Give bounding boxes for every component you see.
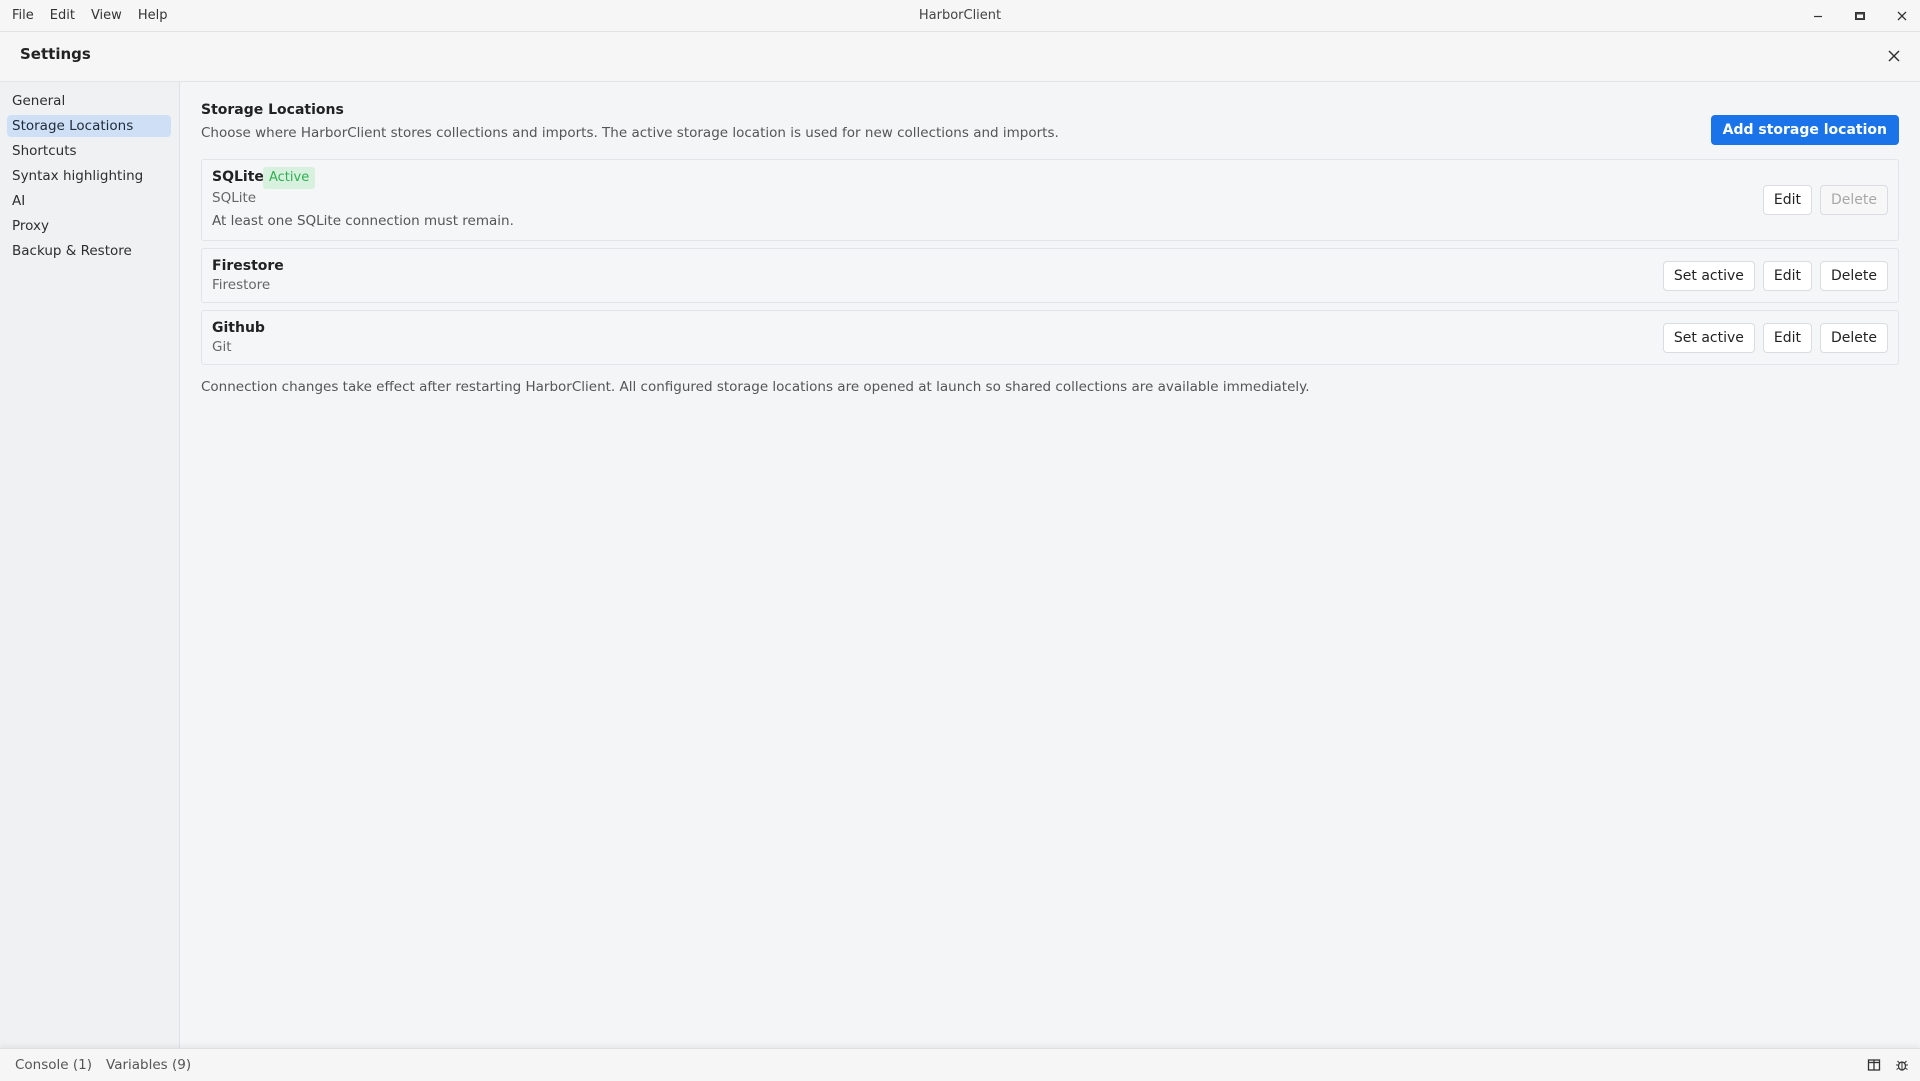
- window-title: HarborClient: [918, 8, 1002, 23]
- location-name: Firestore: [212, 258, 284, 274]
- storage-location-card-github: Github Git Set active Edit Delete: [201, 310, 1899, 365]
- section-title: Storage Locations: [201, 102, 344, 118]
- title-bar: File Edit View Help HarborClient: [0, 0, 1920, 32]
- location-actions: Set active Edit Delete: [1662, 311, 1888, 364]
- storage-locations-panel: Storage Locations Choose where HarborCli…: [180, 82, 1920, 1048]
- nav-item-proxy[interactable]: Proxy: [7, 215, 171, 237]
- section-description: Choose where HarborClient stores collect…: [201, 125, 1059, 141]
- nav-item-ai[interactable]: AI: [7, 190, 171, 212]
- nav-item-general[interactable]: General: [7, 90, 171, 112]
- menu-edit[interactable]: Edit: [42, 8, 83, 23]
- edit-button[interactable]: Edit: [1762, 260, 1812, 291]
- restart-note: Connection changes take effect after res…: [201, 379, 1310, 395]
- status-tabs: Console (1) Variables (9): [15, 1049, 191, 1081]
- delete-button[interactable]: Delete: [1820, 260, 1888, 291]
- settings-title: Settings: [20, 45, 91, 63]
- location-type: Firestore: [212, 277, 271, 293]
- delete-button[interactable]: Delete: [1820, 185, 1888, 215]
- location-type: SQLite: [212, 190, 257, 206]
- location-type: Git: [212, 339, 232, 355]
- storage-location-card-firestore: Firestore Firestore Set active Edit Dele…: [201, 248, 1899, 303]
- close-icon[interactable]: [1894, 8, 1910, 24]
- add-storage-location-button[interactable]: Add storage location: [1710, 115, 1899, 145]
- bug-icon[interactable]: [1894, 1057, 1910, 1073]
- location-note: At least one SQLite connection must rema…: [212, 213, 514, 229]
- nav-item-backup-restore[interactable]: Backup & Restore: [7, 240, 171, 262]
- set-active-button[interactable]: Set active: [1662, 322, 1755, 353]
- storage-location-list: SQLite Active SQLite At least one SQLite…: [201, 159, 1899, 372]
- edit-button[interactable]: Edit: [1762, 185, 1812, 215]
- settings-sidebar: General Storage Locations Shortcuts Synt…: [0, 82, 180, 1048]
- location-actions: Edit Delete: [1762, 160, 1888, 240]
- location-name: Github: [212, 320, 265, 336]
- menu-help[interactable]: Help: [130, 8, 176, 23]
- close-settings-icon[interactable]: [1884, 46, 1904, 66]
- minimize-icon[interactable]: [1810, 8, 1826, 24]
- console-tab[interactable]: Console (1): [15, 1057, 92, 1073]
- storage-location-card-sqlite: SQLite Active SQLite At least one SQLite…: [201, 159, 1899, 241]
- menu-bar: File Edit View Help: [4, 8, 175, 23]
- set-active-button[interactable]: Set active: [1662, 260, 1755, 291]
- layout-toggle-icon[interactable]: [1866, 1057, 1882, 1073]
- edit-button[interactable]: Edit: [1762, 322, 1812, 353]
- window-controls: [1810, 0, 1910, 31]
- menu-view[interactable]: View: [83, 8, 130, 23]
- variables-tab[interactable]: Variables (9): [106, 1057, 191, 1073]
- location-name: SQLite: [212, 169, 264, 185]
- nav-item-storage-locations[interactable]: Storage Locations: [7, 115, 171, 137]
- status-bar: Console (1) Variables (9): [0, 1048, 1920, 1081]
- status-actions: [1866, 1049, 1910, 1081]
- nav-item-shortcuts[interactable]: Shortcuts: [7, 140, 171, 162]
- settings-header: Settings: [0, 32, 1920, 82]
- delete-button[interactable]: Delete: [1820, 322, 1888, 353]
- settings-nav: General Storage Locations Shortcuts Synt…: [0, 82, 179, 262]
- maximize-icon[interactable]: [1852, 8, 1868, 24]
- location-actions: Set active Edit Delete: [1662, 249, 1888, 302]
- menu-file[interactable]: File: [4, 8, 42, 23]
- nav-item-syntax-highlighting[interactable]: Syntax highlighting: [7, 165, 171, 187]
- active-badge: Active: [263, 167, 316, 189]
